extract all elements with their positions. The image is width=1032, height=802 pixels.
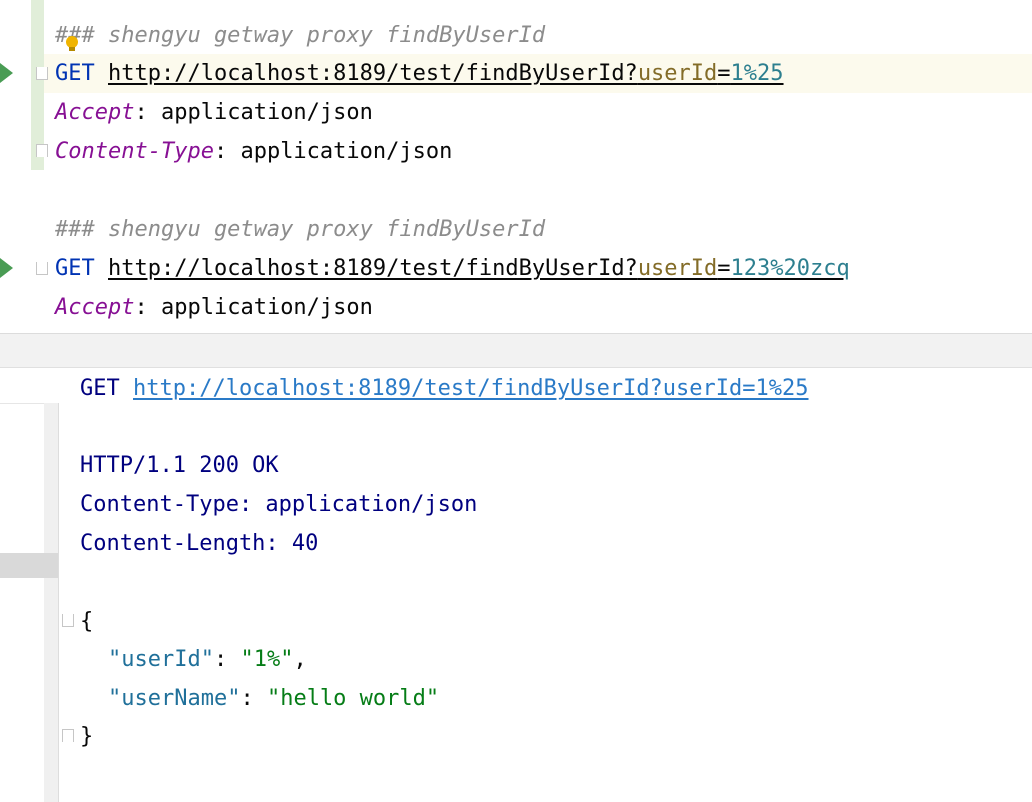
request-header: Accept: application/json (55, 295, 373, 320)
run-icon[interactable] (0, 258, 13, 278)
fold-end-icon[interactable] (62, 729, 74, 742)
request-comment: ### shengyu getway proxy findByUserId (55, 23, 546, 48)
fold-icon[interactable] (36, 262, 48, 275)
http-request-editor[interactable]: ### shengyu getway proxy findByUserId GE… (0, 0, 1032, 333)
request-method: GET (55, 61, 95, 86)
json-field: "userName": "hello world" (108, 686, 440, 711)
request-line[interactable]: GET http://localhost:8189/test/findByUse… (55, 54, 784, 93)
request-url[interactable]: http://localhost:8189/test/findByUserId?… (108, 61, 784, 86)
request-header: Content-Type: application/json (55, 139, 453, 164)
lightbulb-icon[interactable] (66, 36, 78, 51)
request-method: GET (55, 256, 95, 281)
scrollbar-thumb[interactable] (0, 553, 58, 578)
json-close-brace: } (80, 724, 94, 749)
fold-icon[interactable] (62, 614, 74, 627)
request-comment: ### shengyu getway proxy findByUserId (55, 217, 546, 242)
response-status: HTTP/1.1 200 OK (80, 453, 279, 478)
request-header: Accept: application/json (55, 100, 373, 125)
json-field: "userId": "1%", (108, 647, 307, 672)
run-icon[interactable] (0, 63, 13, 83)
response-url-link[interactable]: http://localhost:8189/test/findByUserId?… (133, 376, 809, 401)
gutter-separator (0, 403, 44, 404)
response-line-strip (44, 403, 59, 802)
json-open-brace: { (80, 609, 94, 634)
fold-end-icon[interactable] (36, 144, 48, 157)
response-header: Content-Length: 40 (80, 531, 319, 556)
request-url[interactable]: http://localhost:8189/test/findByUserId?… (108, 256, 850, 281)
response-header: Content-Type: application/json (80, 492, 478, 517)
request-line[interactable]: GET http://localhost:8189/test/findByUse… (55, 249, 850, 288)
fold-icon[interactable] (36, 67, 48, 80)
response-panel-header (0, 334, 1032, 368)
response-gutter (0, 368, 44, 802)
response-request-line: GET http://localhost:8189/test/findByUse… (80, 376, 809, 401)
